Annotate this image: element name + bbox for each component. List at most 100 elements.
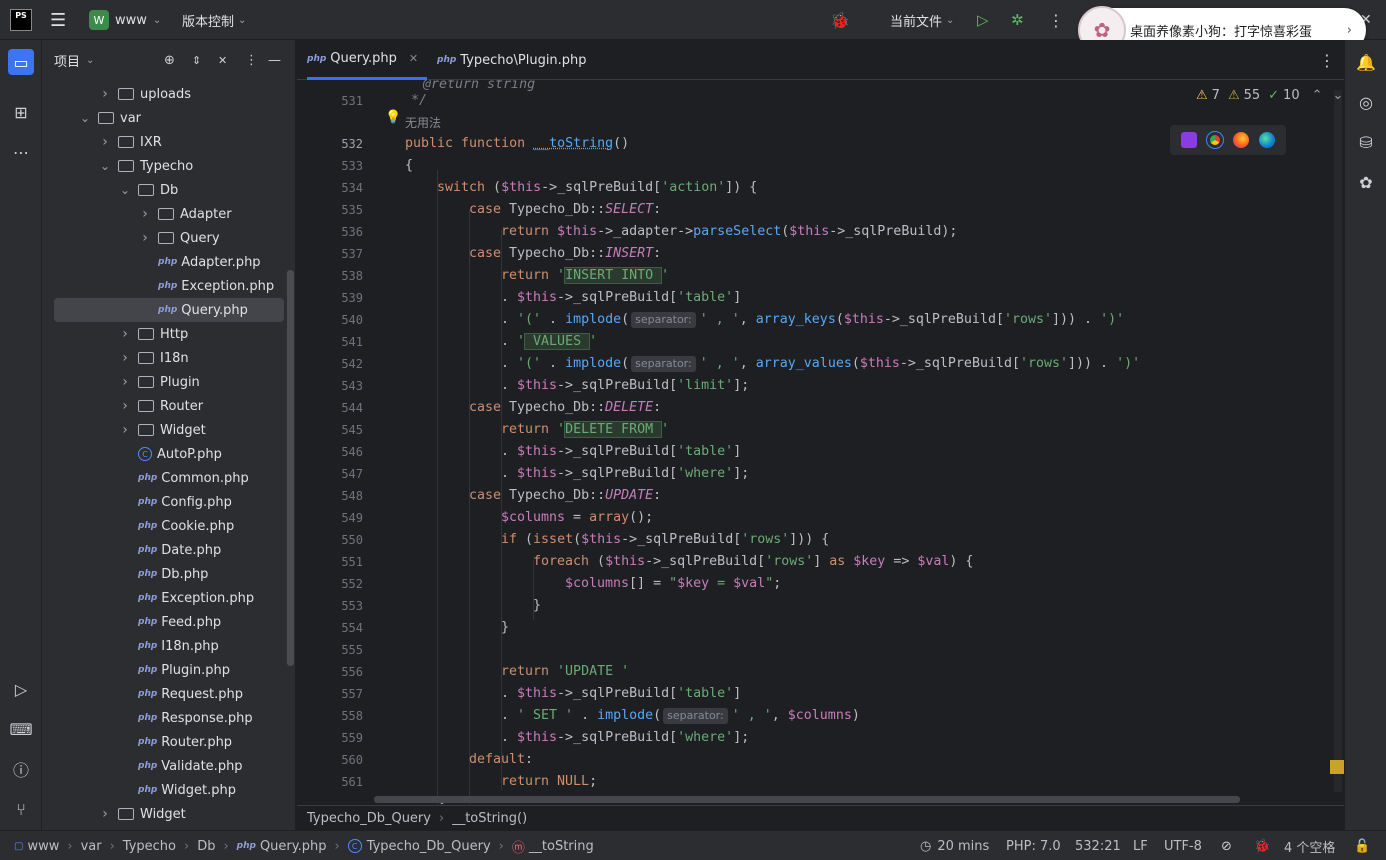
tree-file[interactable]: php Validate.php [118, 754, 243, 778]
lock-icon[interactable]: 🔓 [1354, 831, 1370, 860]
database-icon[interactable]: ⛁ [1354, 130, 1378, 154]
lightbulb-icon[interactable]: 💡 [385, 110, 401, 125]
debug-listen-icon[interactable]: 🐞 [830, 0, 850, 40]
tree-folder[interactable]: › Http [118, 322, 188, 346]
tree-file[interactable]: php Exception.php [118, 586, 254, 610]
previous-issue-icon[interactable]: ⌃ [1312, 88, 1323, 103]
path-segment[interactable]: Typecho_Db_Query [367, 839, 491, 854]
app-logo[interactable]: PS [10, 0, 32, 40]
problems-icon[interactable]: ⓘ [9, 757, 33, 781]
tab-query-php[interactable]: php Query.php ✕ [307, 40, 427, 80]
main-menu-icon[interactable]: ☰ [50, 0, 66, 40]
tree-folder[interactable]: › Plugin [118, 370, 200, 394]
chevron-right-icon[interactable]: › [98, 86, 112, 102]
options-icon[interactable]: ⋮ [245, 53, 258, 68]
tree-folder[interactable]: › uploads [98, 82, 191, 106]
tree-file[interactable]: php Response.php [118, 706, 253, 730]
close-tab-icon[interactable]: ✕ [409, 52, 418, 65]
run-config-selector[interactable]: 当前文件 ⌄ [890, 0, 954, 40]
chevron-right-icon[interactable]: › [138, 230, 152, 246]
chevron-right-icon[interactable]: › [118, 350, 132, 366]
tree-folder[interactable]: › Widget [118, 418, 206, 442]
chevron-right-icon[interactable]: › [138, 206, 152, 222]
tree-file[interactable]: php Widget.php [118, 778, 236, 802]
debug-status-icon[interactable]: 🐞 [1254, 831, 1270, 860]
tree-folder[interactable]: › Adapter [138, 202, 231, 226]
tree-file[interactable]: C AutoP.php [118, 442, 222, 466]
terminal-icon[interactable]: ⌨ [9, 717, 33, 741]
chevron-down-icon[interactable]: ⌄ [118, 183, 132, 197]
edge-icon[interactable] [1259, 132, 1275, 148]
tree-file[interactable]: php Db.php [118, 562, 208, 586]
no-readonly-icon[interactable]: ⊘ [1221, 831, 1232, 860]
tree-file[interactable]: php Adapter.php [138, 250, 261, 274]
tree-file[interactable]: php Cookie.php [118, 514, 234, 538]
inspection-widget[interactable]: ⚠ 7 ⚠ 55 ✓ 10 ⌃ ⌄ [1196, 84, 1343, 106]
chevron-down-icon[interactable]: ⌄ [86, 55, 94, 66]
path-segment[interactable]: var [81, 839, 102, 854]
more-tools-icon[interactable]: ⋯ [9, 140, 33, 164]
chevron-right-icon[interactable]: › [118, 422, 132, 438]
project-panel-title[interactable]: 项目 [54, 51, 80, 70]
tree-folder[interactable]: › IXR [98, 130, 162, 154]
vertical-scrollbar[interactable] [1334, 90, 1342, 792]
time-tracker[interactable]: ◷ 20 mins [920, 831, 989, 860]
tree-file[interactable]: php Config.php [118, 490, 232, 514]
tree-file[interactable]: php Date.php [118, 538, 221, 562]
next-issue-icon[interactable]: ⌄ [1333, 88, 1344, 103]
debug-icon[interactable]: ✲ [1011, 0, 1024, 40]
ai-assistant-icon[interactable]: ◎ [1354, 90, 1378, 114]
tree-file[interactable]: php Plugin.php [118, 658, 230, 682]
tree-folder[interactable]: › Query [138, 226, 219, 250]
project-switcher[interactable]: W www ⌄ [89, 0, 161, 40]
vcs-menu[interactable]: 版本控制 ⌄ [182, 0, 246, 40]
hide-panel-icon[interactable]: — [268, 53, 281, 68]
path-segment[interactable]: Query.php [260, 839, 327, 854]
firefox-icon[interactable] [1233, 132, 1249, 148]
locate-icon[interactable]: ⊕ [164, 53, 175, 68]
tree-folder[interactable]: › Widget [98, 802, 186, 826]
chevron-down-icon[interactable]: ⌄ [78, 111, 92, 125]
git-icon[interactable]: ⑂ [9, 797, 33, 821]
tree-file[interactable]: php Common.php [118, 466, 249, 490]
notifications-icon[interactable]: 🔔 [1354, 50, 1378, 74]
path-segment[interactable]: www [27, 839, 59, 854]
horizontal-scrollbar[interactable] [374, 796, 1240, 803]
tree-scrollbar[interactable] [287, 270, 294, 666]
tree-file[interactable]: php Feed.php [118, 610, 221, 634]
caret-position[interactable]: 532:21 [1075, 831, 1121, 860]
tab-typecho-plugin-php[interactable]: php Typecho\Plugin.php [437, 40, 587, 80]
line-separator[interactable]: LF [1133, 831, 1148, 860]
more-icon[interactable]: ⋮ [1048, 0, 1064, 40]
breadcrumb-method[interactable]: __toString() [452, 811, 527, 826]
tabs-menu-icon[interactable]: ⋮ [1319, 40, 1335, 80]
chevron-right-icon[interactable]: › [98, 134, 112, 150]
chevron-right-icon[interactable]: › [98, 806, 112, 822]
tree-folder[interactable]: ⌄ Typecho [98, 154, 193, 178]
tree-folder[interactable]: › Router [118, 394, 203, 418]
phpstorm-browser-icon[interactable] [1181, 132, 1197, 148]
tree-folder[interactable]: ⌄ Db [118, 178, 178, 202]
chrome-icon[interactable] [1206, 131, 1224, 149]
tree-file[interactable]: php Router.php [118, 730, 232, 754]
services-icon[interactable]: ▷ [9, 677, 33, 701]
usage-hint[interactable]: 无用法 [405, 114, 441, 131]
path-segment[interactable]: __toString [529, 839, 594, 854]
chevron-right-icon[interactable]: › [118, 398, 132, 414]
project-folder-icon[interactable]: ▭ [8, 49, 34, 75]
tree-folder[interactable]: ⌄ var [78, 106, 141, 130]
chevron-right-icon[interactable]: › [118, 326, 132, 342]
warning-marker[interactable] [1330, 760, 1344, 774]
chevron-down-icon[interactable]: ⌄ [98, 159, 112, 173]
code-editor[interactable]: @return string */ 💡 无用法 public function … [371, 80, 1344, 804]
collapse-all-icon[interactable]: ✕ [218, 54, 227, 67]
chevron-right-icon[interactable]: › [1347, 23, 1352, 38]
path-segment[interactable]: Db [197, 839, 215, 854]
php-version[interactable]: PHP: 7.0 [1006, 831, 1061, 860]
structure-icon[interactable]: ⊞ [9, 100, 33, 124]
indent-setting[interactable]: 4 个空格 [1284, 831, 1335, 860]
expand-all-icon[interactable]: ⇕ [192, 54, 201, 67]
plugin-icon[interactable]: ✿ [1354, 170, 1378, 194]
tree-file[interactable]: php Request.php [118, 682, 243, 706]
run-icon[interactable]: ▷ [977, 0, 989, 40]
